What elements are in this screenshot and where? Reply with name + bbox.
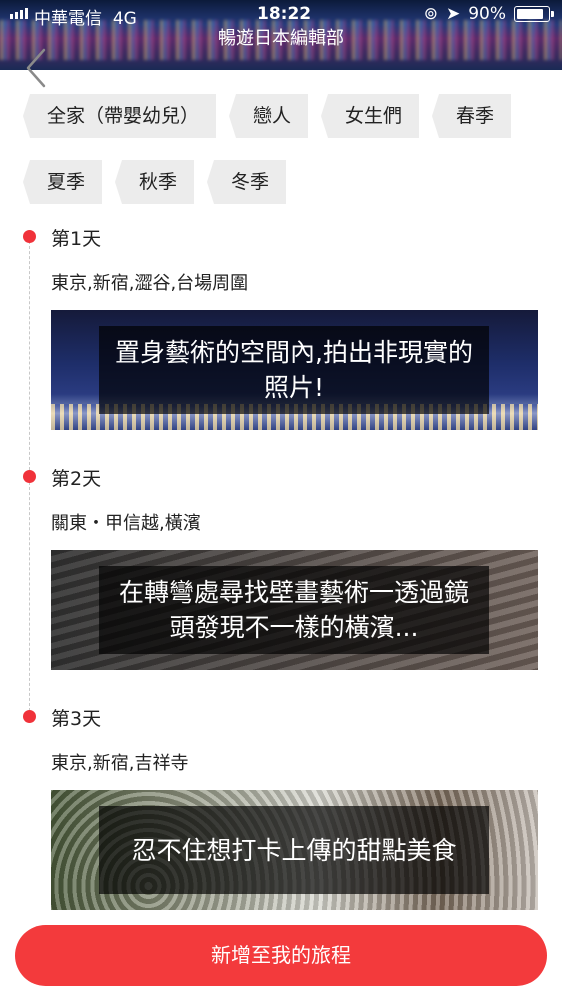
battery-icon [514,6,554,22]
tag-winter[interactable]: 冬季 [207,160,287,204]
timeline-dot [23,470,36,483]
tag-family[interactable]: 全家（帶嬰幼兒） [22,94,217,138]
tag-summer[interactable]: 夏季 [22,160,103,204]
day-places: 東京,新宿,吉祥寺 [51,753,189,774]
article-banner[interactable]: 在轉彎處尋找壁畫藝術一透過鏡頭發現不一樣的橫濱... [51,550,538,670]
battery-percent: 90% [468,4,506,24]
article-caption: 置身藝術的空間內,拍出非現實的照片! [99,326,489,414]
status-right: ⊚ ➤ 90% [423,4,554,24]
back-button[interactable] [24,46,52,90]
day-places: 關東・甲信越,橫濱 [51,513,201,534]
tag-couple[interactable]: 戀人 [229,94,309,138]
lock-rotation-icon: ⊚ [423,4,438,24]
page-title: 暢遊日本編輯部 [218,28,344,49]
day-title: 第2天 [51,468,102,490]
tag-spring[interactable]: 春季 [432,94,512,138]
article-caption: 在轉彎處尋找壁畫藝術一透過鏡頭發現不一樣的橫濱... [99,566,489,654]
tag-girls[interactable]: 女生們 [321,94,420,138]
day-title: 第3天 [51,708,102,730]
tag-list: 全家（帶嬰幼兒） 戀人 女生們 春季 夏季 秋季 冬季 [22,94,543,204]
day-places: 東京,新宿,澀谷,台場周圍 [51,273,249,294]
article-banner[interactable]: 忍不住想打卡上傳的甜點美食 [51,790,538,910]
timeline-dot [23,230,36,243]
location-arrow-icon: ➤ [445,4,461,24]
clock: 18:22 [257,4,312,24]
chevron-left-icon [26,48,46,88]
add-to-my-trip-button[interactable]: 新增至我的旅程 [15,925,547,986]
timeline-dot [23,710,36,723]
article-banner[interactable]: 置身藝術的空間內,拍出非現實的照片! [51,310,538,430]
tag-autumn[interactable]: 秋季 [115,160,195,204]
signal-icon [10,8,28,19]
article-caption: 忍不住想打卡上傳的甜點美食 [99,806,489,894]
day-title: 第1天 [51,228,102,250]
header-banner: 中華電信 4G 18:22 ⊚ ➤ 90% 暢遊日本編輯部 [0,0,562,70]
